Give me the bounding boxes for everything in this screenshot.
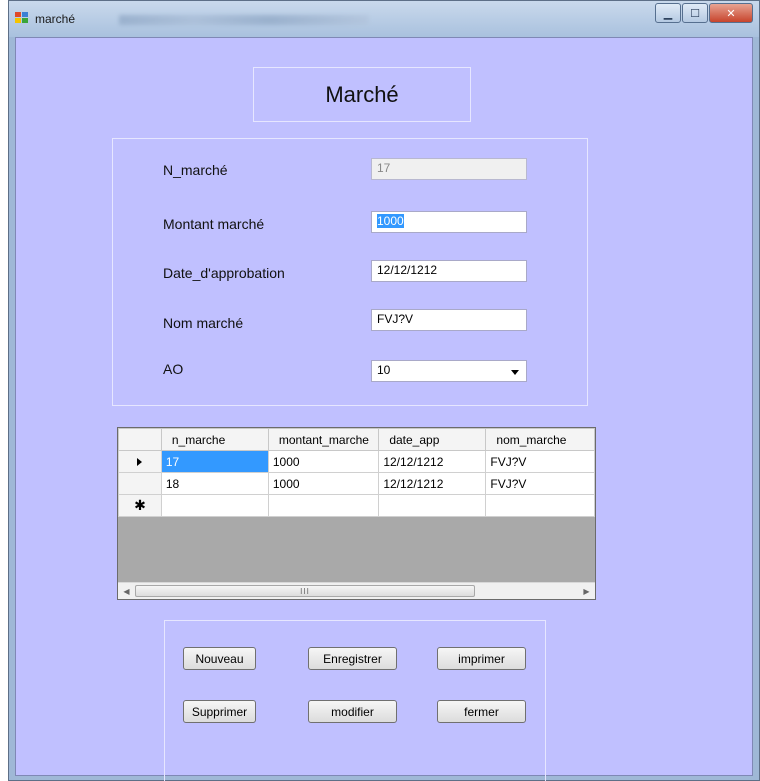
nouveau-button[interactable]: Nouveau bbox=[183, 647, 256, 670]
new-row-icon: ✱ bbox=[134, 497, 146, 513]
maximize-icon: ☐ bbox=[690, 7, 700, 20]
n-marche-field[interactable]: 17 bbox=[371, 158, 527, 180]
grid-cell[interactable] bbox=[160, 494, 269, 517]
close-icon: ✕ bbox=[726, 7, 736, 20]
label-n-marche: N_marché bbox=[163, 162, 228, 178]
scroll-left-icon[interactable]: ◀ bbox=[118, 583, 135, 599]
grid-cell[interactable] bbox=[485, 494, 595, 517]
grid-cell[interactable]: 12/12/1212 bbox=[378, 472, 487, 495]
current-row-pointer-icon bbox=[137, 457, 143, 466]
minimize-icon: ▁ bbox=[663, 7, 673, 20]
grid-cell[interactable]: 18 bbox=[160, 472, 269, 495]
grid-cell[interactable] bbox=[378, 494, 487, 517]
grid-cell[interactable]: 17 bbox=[160, 450, 269, 473]
label-nom: Nom marché bbox=[163, 315, 244, 331]
close-button[interactable]: ✕ bbox=[709, 3, 753, 23]
column-header[interactable]: nom_marche bbox=[485, 428, 595, 451]
grid-cell[interactable]: 1000 bbox=[267, 450, 380, 473]
row-header[interactable]: ✱ bbox=[118, 494, 162, 517]
grip-icon: III bbox=[300, 586, 310, 596]
app-window-icon bbox=[15, 12, 29, 24]
buttons-panel: Nouveau Enregistrer imprimer Supprimer m… bbox=[164, 620, 546, 781]
table-row[interactable]: 18 1000 12/12/1212 FVJ?V bbox=[118, 472, 595, 495]
label-ao: AO bbox=[163, 361, 184, 377]
enregistrer-button[interactable]: Enregistrer bbox=[308, 647, 397, 670]
maximize-button[interactable]: ☐ bbox=[682, 3, 708, 23]
minimize-button[interactable]: ▁ bbox=[655, 3, 681, 23]
page-title: Marché bbox=[325, 81, 399, 107]
column-header[interactable]: n_marche bbox=[160, 428, 269, 451]
fields-panel: N_marché 17 Montant marché 1000 Date_d'a… bbox=[112, 138, 588, 406]
row-header[interactable] bbox=[118, 472, 162, 495]
blurred-title-region bbox=[119, 15, 369, 25]
grid-cell[interactable]: FVJ?V bbox=[485, 472, 595, 495]
row-header-corner bbox=[118, 428, 162, 451]
supprimer-button[interactable]: Supprimer bbox=[183, 700, 256, 723]
selected-text: 1000 bbox=[377, 214, 404, 228]
column-header[interactable]: montant_marche bbox=[267, 428, 380, 451]
heading-panel: Marché bbox=[253, 67, 471, 122]
app-window: marché ▁ ☐ ✕ Marché N_marché 17 Montant … bbox=[8, 0, 760, 781]
chevron-down-icon[interactable] bbox=[511, 370, 519, 375]
grid-cell[interactable]: 12/12/1212 bbox=[378, 450, 487, 473]
grid-cell[interactable]: FVJ?V bbox=[485, 450, 595, 473]
montant-field[interactable]: 1000 bbox=[371, 211, 527, 233]
new-row[interactable]: ✱ bbox=[118, 494, 595, 517]
grid-cell[interactable] bbox=[267, 494, 380, 517]
window-title: marché bbox=[35, 12, 76, 26]
imprimer-button[interactable]: imprimer bbox=[437, 647, 526, 670]
grid-header-row: n_marche montant_marche date_app nom_mar… bbox=[118, 428, 595, 451]
scroll-right-icon[interactable]: ▶ bbox=[578, 583, 595, 599]
modifier-button[interactable]: modifier bbox=[308, 700, 397, 723]
label-date: Date_d'approbation bbox=[163, 265, 285, 281]
horizontal-scrollbar[interactable]: ◀ III ▶ bbox=[118, 582, 595, 599]
title-bar[interactable]: marché ▁ ☐ ✕ bbox=[9, 1, 759, 37]
date-field[interactable]: 12/12/1212 bbox=[371, 260, 527, 282]
row-header[interactable] bbox=[118, 450, 162, 473]
data-grid[interactable]: n_marche montant_marche date_app nom_mar… bbox=[117, 427, 596, 600]
table-row[interactable]: 17 1000 12/12/1212 FVJ?V bbox=[118, 450, 595, 473]
nom-field[interactable]: FVJ?V bbox=[371, 309, 527, 331]
form-client-area: Marché N_marché 17 Montant marché 1000 D… bbox=[15, 37, 753, 781]
ao-combobox[interactable]: 10 bbox=[371, 360, 527, 382]
column-header[interactable]: date_app bbox=[378, 428, 487, 451]
label-montant: Montant marché bbox=[163, 216, 265, 232]
fermer-button[interactable]: fermer bbox=[437, 700, 526, 723]
grid-cell[interactable]: 1000 bbox=[267, 472, 380, 495]
scroll-thumb[interactable]: III bbox=[135, 585, 475, 597]
